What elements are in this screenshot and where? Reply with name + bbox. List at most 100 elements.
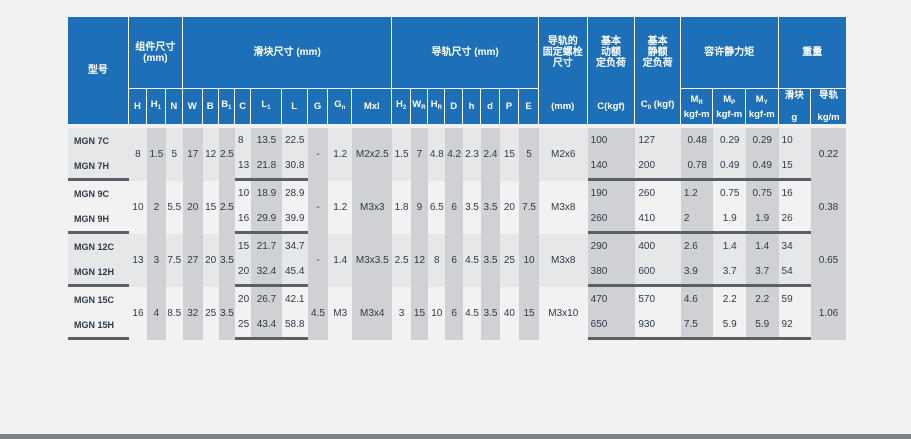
col-MP: MP kgf-m <box>713 88 746 124</box>
col-H2: H2 <box>392 88 411 124</box>
cell-rail-kgm: 1.06 <box>811 287 846 340</box>
cell-C-kgf: 380 <box>587 259 636 287</box>
cell-rail-kgm: 0.65 <box>811 234 846 287</box>
col-Gn-label: G <box>334 99 342 110</box>
col-MP-label: M <box>723 93 732 105</box>
cell-W: 17 <box>183 124 203 181</box>
header-assembly-size-unit: (mm) <box>143 52 168 64</box>
bottom-border <box>0 434 911 439</box>
cell-MY: 0.29 <box>745 124 779 153</box>
cell-Gn: 1.4 <box>328 234 353 287</box>
col-D: D <box>445 88 463 124</box>
cell-Mxl: M3x4 <box>352 287 393 340</box>
cell-E: 5 <box>519 124 539 181</box>
cell-MP: 1.9 <box>713 206 746 234</box>
cell-L: 45.4 <box>281 259 308 287</box>
cell-MY: 0.75 <box>745 181 779 206</box>
col-HR-label: H <box>430 99 438 110</box>
cell-MP: 0.49 <box>713 153 746 181</box>
cell-L: 30.8 <box>281 153 308 181</box>
cell-d: 3.5 <box>481 287 500 340</box>
cell-block-g: 34 <box>778 234 812 259</box>
header-rail-bolt-line-2: 固定螺栓 <box>542 47 583 58</box>
col-WR-label: W <box>412 99 422 110</box>
cell-block-g: 54 <box>778 259 812 287</box>
cell-E: 10 <box>519 234 539 287</box>
header-static-load-line-2: 静额 <box>647 47 668 58</box>
cell-E: 15 <box>519 287 539 340</box>
cell-MR: 1.2 <box>680 181 714 206</box>
cell-Mxl: M3x3 <box>352 181 393 234</box>
col-MP-unit: kgf-m <box>716 108 743 120</box>
cell-C-kgf: 470 <box>587 287 636 312</box>
cell-H: 16 <box>128 287 148 340</box>
spec-table: 型号 组件尺寸 (mm) 滑块尺寸 (mm) 导轨尺寸 (mm) 导轨的 固定螺… <box>68 17 846 340</box>
col-rail-weight-label: 导轨 <box>819 90 839 101</box>
cell-C: 25 <box>235 312 252 340</box>
cell-block-g: 16 <box>778 181 812 206</box>
cell-MY: 0.49 <box>745 153 779 181</box>
cell-Mxl: M3x3.5 <box>352 234 393 287</box>
col-block-weight: 滑块 g <box>778 88 812 124</box>
cell-bolt: M3x8 <box>538 181 588 234</box>
cell-B: 15 <box>202 181 219 234</box>
cell-B: 25 <box>202 287 219 340</box>
cell-H1: 3 <box>147 234 166 287</box>
cell-B1: 2.5 <box>218 181 236 234</box>
cell-MP: 2.2 <box>713 287 746 312</box>
cell-C-kgf: 260 <box>587 206 636 234</box>
cell-MP: 0.75 <box>713 181 746 206</box>
col-G: G <box>307 88 329 124</box>
cell-C: 15 <box>235 234 252 259</box>
col-C0-kgf: C0 (kgf) <box>635 88 681 124</box>
cell-MR: 0.48 <box>680 124 714 153</box>
col-MR-unit: kgf-m <box>683 108 710 120</box>
cell-C0-kgf: 260 <box>635 181 681 206</box>
cell-P: 20 <box>499 181 520 234</box>
cell-G: 4.5 <box>307 287 329 340</box>
cell-L1: 21.8 <box>251 153 282 181</box>
cell-block-g: 15 <box>778 153 812 181</box>
cell-H1: 2 <box>147 181 166 234</box>
model-name: MGN 7C <box>68 124 129 153</box>
cell-E: 7.5 <box>519 181 539 234</box>
header-rail-bolt: 导轨的 固定螺栓 尺寸 <box>538 17 588 88</box>
cell-MR: 0.78 <box>680 153 714 181</box>
col-block-weight-unit: g <box>791 112 798 123</box>
col-B1: B1 <box>218 88 236 124</box>
model-name: MGN 12H <box>68 259 129 287</box>
cell-h: 4.5 <box>462 287 482 340</box>
col-L: L <box>281 88 308 124</box>
cell-H: 8 <box>128 124 148 181</box>
cell-h: 2.3 <box>462 124 482 181</box>
col-Mxl: Mxl <box>352 88 393 124</box>
cell-L1: 32.4 <box>251 259 282 287</box>
col-HR: HR <box>428 88 446 124</box>
cell-HR: 10 <box>428 287 446 340</box>
cell-MP: 1.4 <box>713 234 746 259</box>
cell-Gn: 1.2 <box>328 124 353 181</box>
cell-MY: 1.9 <box>745 206 779 234</box>
header-row-1: 型号 组件尺寸 (mm) 滑块尺寸 (mm) 导轨尺寸 (mm) 导轨的 固定螺… <box>68 17 846 124</box>
cell-L: 39.9 <box>281 206 308 234</box>
cell-C: 16 <box>235 206 252 234</box>
cell-L: 34.7 <box>281 234 308 259</box>
cell-HR: 4.8 <box>428 124 446 181</box>
col-MY: MY kgf-m <box>745 88 779 124</box>
col-B: B <box>202 88 219 124</box>
col-bolt-unit: (mm) <box>538 88 588 124</box>
cell-N: 8.5 <box>165 287 183 340</box>
table-row: MGN 15C 16 4 8.5 32 25 3.5 20 26.7 42.1 … <box>68 287 846 340</box>
col-MY-label: M <box>755 93 764 105</box>
cell-L1: 43.4 <box>251 312 282 340</box>
table-row: MGN 7C 8 1.5 5 17 12 2.5 8 13.5 22.5 - 1… <box>68 124 846 181</box>
cell-C0-kgf: 200 <box>635 153 681 181</box>
header-static-load-line-1: 基本 <box>647 36 668 47</box>
cell-B1: 3.5 <box>218 234 236 287</box>
header-rail-bolt-line-1: 导轨的 <box>547 36 578 47</box>
cell-B: 20 <box>202 234 219 287</box>
cell-C0-kgf: 127 <box>635 124 681 153</box>
col-block-weight-label: 滑块 <box>784 90 804 101</box>
cell-C0-kgf: 410 <box>635 206 681 234</box>
header-weight: 重量 <box>778 17 846 88</box>
